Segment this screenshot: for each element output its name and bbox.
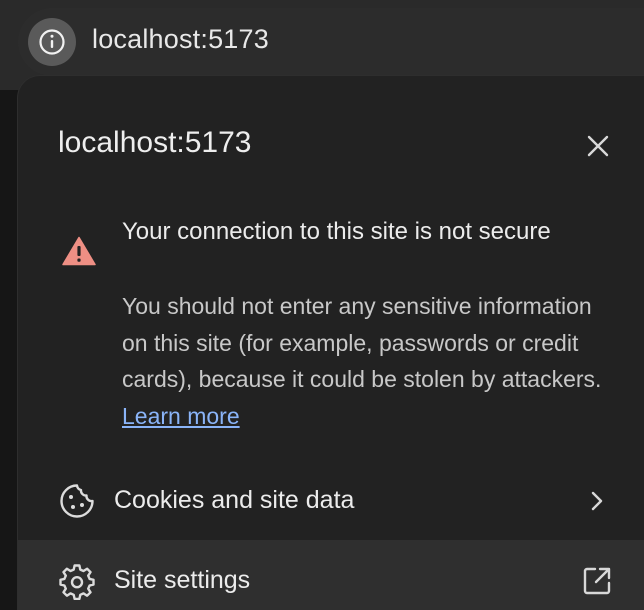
- cookie-icon: [60, 484, 94, 518]
- page-background: [0, 90, 18, 610]
- security-warning-body: You should not enter any sensitive infor…: [122, 288, 622, 434]
- cookies-and-site-data-row[interactable]: Cookies and site data: [18, 460, 644, 540]
- gear-icon: [59, 564, 95, 600]
- info-icon: [39, 29, 65, 55]
- learn-more-link[interactable]: Learn more: [122, 403, 240, 429]
- cookies-row-label: Cookies and site data: [114, 486, 355, 514]
- popup-title: localhost:5173: [58, 126, 252, 159]
- browser-window: localhost:5173 localhost:5173 Your conne…: [0, 0, 644, 610]
- open-external-icon: [583, 567, 611, 595]
- site-settings-row-label: Site settings: [114, 566, 251, 594]
- site-settings-row-trailing: [580, 564, 614, 598]
- site-info-popup: localhost:5173 Your connection to this s…: [18, 76, 644, 610]
- chevron-right-icon: [591, 491, 603, 511]
- close-button[interactable]: [580, 128, 616, 164]
- omnibox-url[interactable]: localhost:5173: [92, 24, 269, 55]
- site-settings-row[interactable]: Site settings: [18, 540, 644, 610]
- security-warning-text: You should not enter any sensitive infor…: [122, 293, 602, 392]
- cookies-row-trailing: [580, 484, 614, 518]
- close-icon: [587, 135, 609, 157]
- security-warning-heading: Your connection to this site is not secu…: [122, 218, 551, 245]
- site-info-button[interactable]: [28, 18, 76, 66]
- warning-triangle-icon: [62, 236, 96, 266]
